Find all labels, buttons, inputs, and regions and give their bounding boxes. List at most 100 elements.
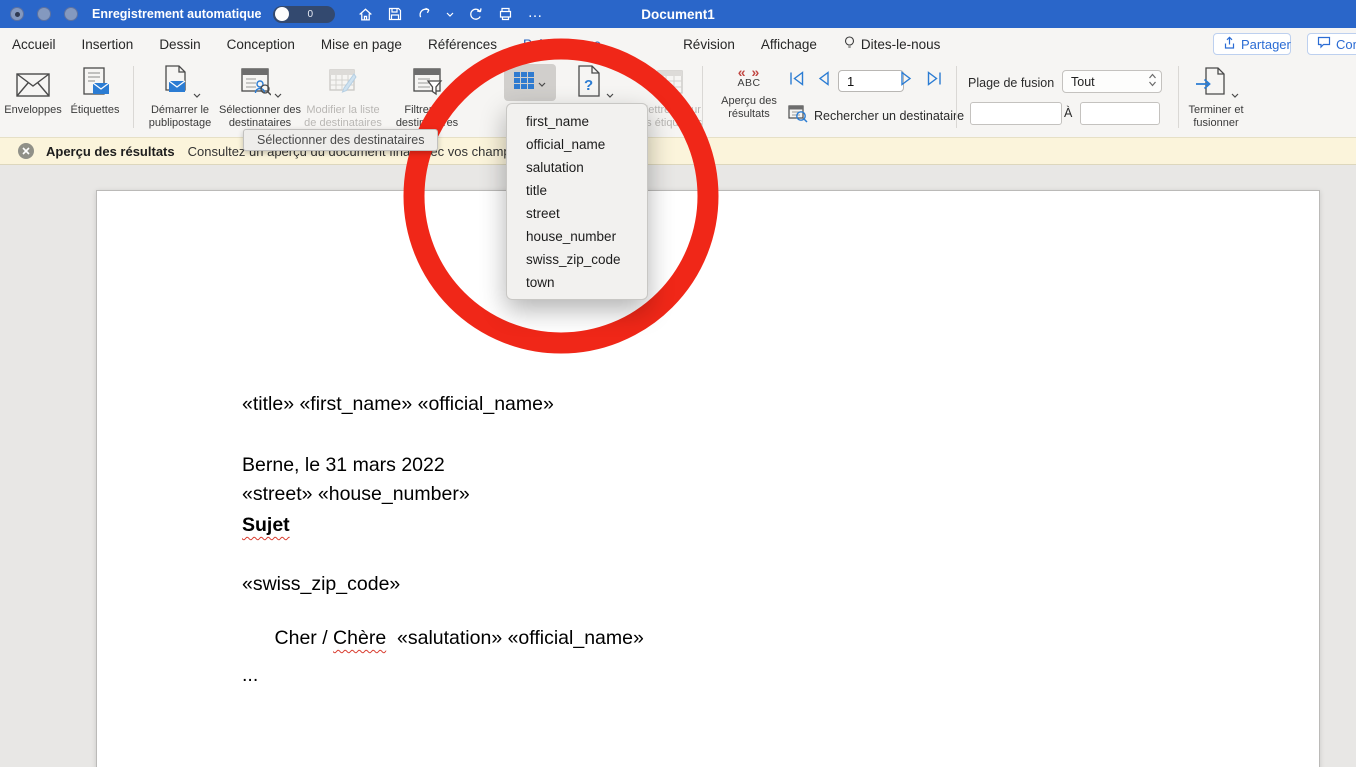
ribbon-divider: [133, 66, 134, 128]
preview-results-button[interactable]: « » ABC Aperçu des résultats: [712, 67, 786, 120]
merge-range-from-input[interactable]: [970, 102, 1062, 125]
insert-merge-field-button[interactable]: [504, 64, 556, 101]
close-window-button[interactable]: [10, 7, 24, 21]
range-to-label: À: [1064, 106, 1072, 120]
zoom-window-button[interactable]: [64, 7, 78, 21]
toggle-knob: [275, 7, 289, 21]
mail-merge-ribbon: Enveloppes Étiquettes Démarrer le publip…: [0, 61, 1356, 137]
comments-button[interactable]: Com: [1307, 33, 1356, 55]
next-record-button[interactable]: [900, 71, 914, 91]
comment-icon: [1317, 36, 1331, 52]
edit-recipient-list-icon: [327, 66, 359, 102]
record-number-input[interactable]: [838, 70, 904, 92]
tab-accueil[interactable]: Accueil: [12, 37, 56, 52]
banner-title: Aperçu des résultats: [46, 144, 175, 159]
minimize-window-button[interactable]: [37, 7, 51, 21]
insert-merge-field-icon: [514, 72, 534, 94]
chevron-down-icon: [538, 74, 546, 92]
title-bar: Enregistrement automatique 0 … Document1: [0, 0, 1356, 28]
find-recipient-button[interactable]: Rechercher un destinataire: [788, 105, 964, 126]
envelope-icon: [15, 72, 51, 102]
select-recipients-button[interactable]: Sélectionner des destinataires: [218, 65, 302, 129]
envelopes-button[interactable]: Enveloppes: [4, 65, 62, 117]
filter-recipients-icon: [411, 66, 443, 102]
tab-revision[interactable]: Révision: [683, 37, 735, 52]
word-window: Enregistrement automatique 0 … Document1…: [0, 0, 1356, 767]
autosave-label: Enregistrement automatique: [92, 7, 261, 21]
preview-results-banner: Aperçu des résultats Consultez un aperçu…: [0, 137, 1356, 165]
ribbon-divider: [956, 66, 957, 128]
tab-publipostage[interactable]: Publipostage: [523, 37, 601, 52]
save-icon[interactable]: [387, 6, 403, 22]
share-icon: [1223, 36, 1236, 53]
dropdown-item-swiss-zip-code[interactable]: swiss_zip_code: [507, 248, 647, 271]
tab-dites-le-nous[interactable]: Dites-le-nous: [843, 35, 941, 54]
tab-affichage[interactable]: Affichage: [761, 37, 817, 52]
start-mail-merge-button[interactable]: Démarrer le publipostage: [140, 65, 220, 129]
first-record-button[interactable]: [788, 71, 805, 91]
greeting-line: Cher / Chère «salutation» «official_name…: [242, 604, 644, 673]
finish-merge-icon: [1194, 66, 1228, 102]
tab-insertion[interactable]: Insertion: [82, 37, 134, 52]
chevron-down-icon: [193, 89, 201, 102]
banner-close-icon[interactable]: [18, 143, 34, 159]
merge-fields-dropdown: first_name official_name salutation titl…: [506, 103, 648, 300]
chevron-down-icon: [1231, 89, 1239, 102]
undo-icon[interactable]: [416, 6, 433, 22]
merge-range-label: Plage de fusion: [968, 76, 1054, 90]
start-mail-merge-icon: [160, 64, 190, 102]
chevron-down-icon: [606, 89, 614, 102]
more-commands-icon[interactable]: …: [527, 4, 543, 21]
date-line: Berne, le 31 mars 2022: [242, 454, 445, 477]
preview-results-icon: « » ABC: [737, 67, 760, 89]
previous-record-button[interactable]: [816, 71, 830, 91]
print-icon[interactable]: [497, 6, 514, 22]
redo-icon[interactable]: [467, 6, 484, 22]
ribbon-divider: [702, 66, 703, 128]
merge-field-line: «swiss_zip_code»: [242, 569, 554, 599]
labels-icon: [78, 66, 112, 102]
ellipsis-line: ...: [242, 664, 258, 687]
filter-recipients-button[interactable]: Filtrer les destinataires: [386, 65, 468, 129]
ribbon-tab-bar: Accueil Insertion Dessin Conception Mise…: [0, 28, 1356, 62]
select-recipients-tooltip: Sélectionner des destinataires: [243, 129, 438, 151]
tab-references[interactable]: Références: [428, 37, 497, 52]
svg-text:?: ?: [584, 77, 593, 94]
update-labels-icon: [655, 68, 685, 102]
merge-field-line: «street» «house_number»: [242, 479, 554, 509]
dropdown-item-salutation[interactable]: salutation: [507, 156, 647, 179]
traffic-lights: [10, 7, 78, 21]
merge-range-to-input[interactable]: [1080, 102, 1160, 125]
document-page[interactable]: «title» «first_name» «official_name» «st…: [96, 190, 1320, 767]
rules-button[interactable]: ?: [568, 65, 620, 101]
chevron-down-icon: [274, 89, 282, 102]
home-icon[interactable]: [357, 6, 374, 22]
greeting-misspelled-word: Chère: [333, 627, 386, 649]
dropdown-item-official-name[interactable]: official_name: [507, 133, 647, 156]
dropdown-item-town[interactable]: town: [507, 271, 647, 294]
lightbulb-icon: [843, 35, 856, 54]
dropdown-item-street[interactable]: street: [507, 202, 647, 225]
labels-button[interactable]: Étiquettes: [64, 65, 126, 117]
merge-range-select[interactable]: Tout: [1062, 70, 1162, 93]
subject-line: Sujet: [242, 514, 290, 537]
last-record-button[interactable]: [926, 71, 943, 91]
edit-recipient-list-button: Modifier la liste de destinataires: [302, 65, 384, 129]
tab-conception[interactable]: Conception: [227, 37, 295, 52]
undo-menu-chevron-icon[interactable]: [446, 12, 454, 17]
share-button[interactable]: Partager: [1213, 33, 1291, 55]
select-recipients-icon: [239, 66, 271, 102]
dropdown-item-house-number[interactable]: house_number: [507, 225, 647, 248]
merge-field-line: «title» «first_name» «official_name»: [242, 389, 554, 419]
tab-dessin[interactable]: Dessin: [159, 37, 200, 52]
tab-mise-en-page[interactable]: Mise en page: [321, 37, 402, 52]
greeting-pre: Cher /: [275, 627, 334, 649]
find-recipient-icon: [788, 105, 808, 126]
stepper-icon: [1148, 73, 1157, 90]
document-title: Document1: [641, 7, 715, 22]
dropdown-item-title[interactable]: title: [507, 179, 647, 202]
dropdown-item-first-name[interactable]: first_name: [507, 110, 647, 133]
rules-icon: ?: [575, 64, 603, 102]
finish-merge-button[interactable]: Terminer et fusionner: [1180, 65, 1252, 129]
autosave-toggle[interactable]: 0: [273, 6, 335, 23]
